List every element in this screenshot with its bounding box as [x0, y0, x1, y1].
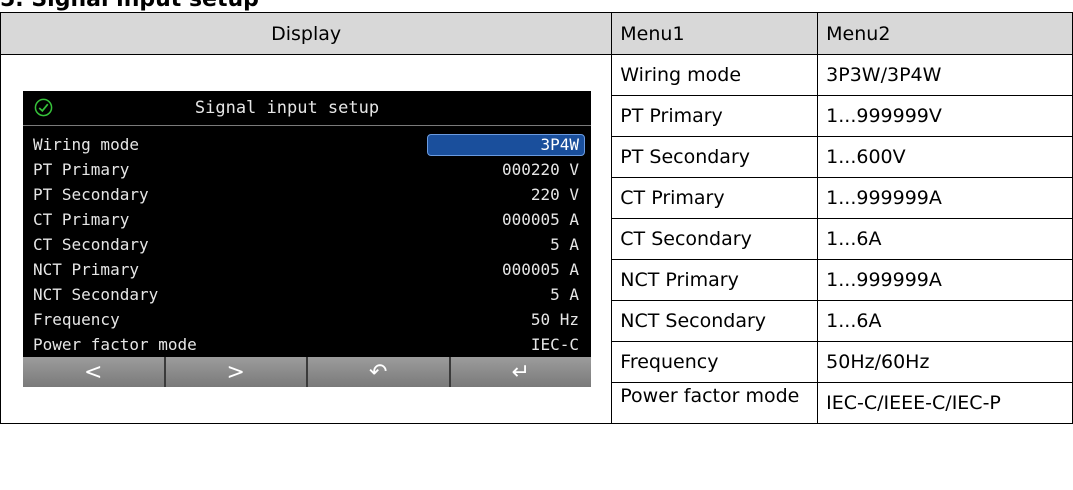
header-display: Display: [0, 12, 613, 55]
setup-item-label: Wiring mode: [33, 135, 139, 154]
setup-item[interactable]: PT Secondary 220 V: [23, 182, 591, 207]
setup-item-label: PT Primary: [33, 160, 130, 179]
menu2-cell: 1...999999A: [817, 259, 1073, 301]
setup-item-value: 000005 A: [501, 260, 579, 279]
setup-item[interactable]: CT Primary 000005 A: [23, 207, 591, 232]
display-cell: Signal input setup Wiring mode 3P4W PT P…: [0, 54, 613, 424]
table-header-row: Display Menu1 Menu2: [0, 12, 1073, 55]
menu-table: Display Menu1 Menu2 Signal input setup W…: [0, 12, 1073, 424]
setup-item-label: NCT Secondary: [33, 285, 159, 304]
setup-item-label: NCT Primary: [33, 260, 139, 279]
menu1-cell: NCT Secondary: [611, 300, 819, 342]
menu2-cell: 50Hz/60Hz: [817, 341, 1073, 383]
menu1-cell: NCT Primary: [611, 259, 819, 301]
menu1-cell: CT Primary: [611, 177, 819, 219]
right-arrow-icon[interactable]: >: [165, 357, 308, 387]
device-screen: Signal input setup Wiring mode 3P4W PT P…: [23, 91, 591, 387]
setup-item-value: 000005 A: [501, 210, 579, 229]
setup-item-value: 5 A: [550, 235, 579, 254]
header-menu2: Menu2: [817, 12, 1073, 55]
menu2-cell: 1...999999A: [817, 177, 1073, 219]
setup-item[interactable]: NCT Secondary 5 A: [23, 282, 591, 307]
menu2-cell: 1...6A: [817, 300, 1073, 342]
screen-title-bar: Signal input setup: [23, 91, 591, 126]
setup-item-value: 50 Hz: [530, 310, 579, 329]
menu2-cell: 1...600V: [817, 136, 1073, 178]
menu1-cell: Wiring mode: [611, 54, 819, 96]
table-row: Signal input setup Wiring mode 3P4W PT P…: [0, 54, 1073, 424]
setup-item[interactable]: Power factor mode IEC-C: [23, 332, 591, 357]
menu1-cell: Power factor mode: [611, 382, 819, 424]
setup-item-value: 5 A: [550, 285, 579, 304]
setup-item-value: 3P4W: [540, 135, 579, 154]
enter-icon[interactable]: ↵: [450, 357, 591, 387]
screen-title: Signal input setup: [194, 98, 380, 118]
left-arrow-icon[interactable]: <: [23, 357, 166, 387]
setup-item[interactable]: Frequency 50 Hz: [23, 307, 591, 332]
section-heading: 5. Signal input setup: [0, 0, 259, 12]
header-menu1: Menu1: [611, 12, 819, 55]
setup-item[interactable]: CT Secondary 5 A: [23, 232, 591, 257]
setup-item-label: Frequency: [33, 310, 120, 329]
setup-item-label: Power factor mode: [33, 335, 197, 354]
setup-item-value: 220 V: [530, 185, 579, 204]
menu1-cell: PT Secondary: [611, 136, 819, 178]
setup-item[interactable]: NCT Primary 000005 A: [23, 257, 591, 282]
menu2-cell: 3P3W/3P4W: [817, 54, 1073, 96]
setup-item-label: CT Secondary: [33, 235, 149, 254]
back-icon[interactable]: ↶: [308, 357, 451, 387]
menu2-cell: 1...999999V: [817, 95, 1073, 137]
setup-item[interactable]: PT Primary 000220 V: [23, 157, 591, 182]
menu2-cell: 1...6A: [817, 218, 1073, 260]
menu2-cell: IEC-C/IEEE-C/IEC-P: [817, 382, 1073, 424]
menu1-cell: Frequency: [611, 341, 819, 383]
menu1-cell: CT Secondary: [611, 218, 819, 260]
softkey-bar: < > ↶ ↵: [23, 357, 591, 387]
setup-list: Wiring mode 3P4W PT Primary 000220 V PT …: [23, 132, 591, 357]
menu1-cell: PT Primary: [611, 95, 819, 137]
setup-item-value: IEC-C: [530, 335, 579, 354]
setup-item-label: PT Secondary: [33, 185, 149, 204]
setup-item-label: CT Primary: [33, 210, 130, 229]
setup-item[interactable]: Wiring mode 3P4W: [23, 132, 591, 157]
setup-item-value: 000220 V: [501, 160, 579, 179]
